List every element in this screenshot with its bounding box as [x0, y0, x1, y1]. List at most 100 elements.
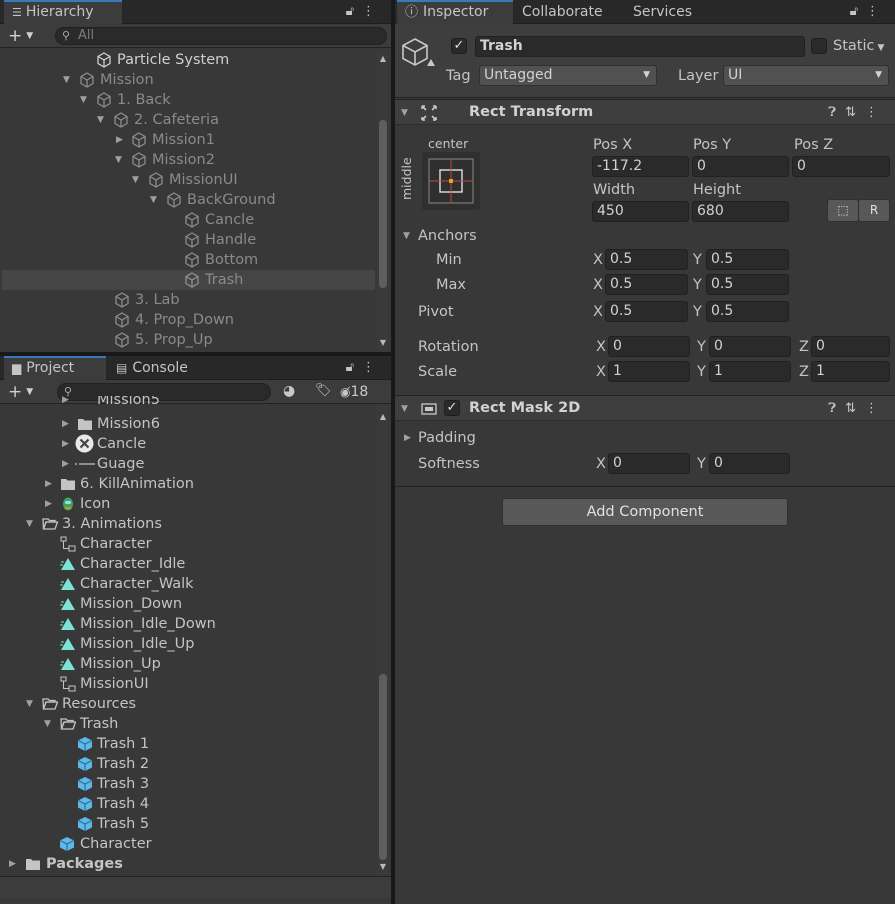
collapse-arrow-icon[interactable]: ▶ — [9, 854, 19, 874]
pivot-x-field[interactable]: 0.5 — [605, 301, 688, 322]
hierarchy-item-mission[interactable]: ▼ Mission — [0, 70, 377, 90]
anchors-foldout[interactable]: ▼ Anchors — [395, 226, 895, 246]
blueprint-mode-button[interactable]: ⬚ — [827, 199, 859, 222]
layer-dropdown[interactable]: UI ▼ — [723, 65, 889, 86]
scroll-up-icon[interactable]: ▲ — [377, 412, 389, 421]
project-item-trash4[interactable]: Trash 4 — [0, 794, 377, 814]
kebab-menu-icon[interactable]: ⋮ — [362, 4, 383, 19]
expand-arrow-icon[interactable]: ▼ — [403, 226, 413, 246]
preset-icon[interactable]: ⇅ — [845, 401, 865, 416]
scrollbar-thumb[interactable] — [379, 120, 387, 288]
project-item-trash5[interactable]: Trash 5 — [0, 814, 377, 834]
hierarchy-item-cancle[interactable]: Cancle — [0, 210, 377, 230]
collapse-arrow-icon[interactable]: ▶ — [62, 454, 72, 474]
lock-icon[interactable]: 🔓︎ — [850, 4, 866, 19]
collapse-arrow-icon[interactable]: ▶ — [404, 428, 414, 448]
create-button[interactable]: + ▼ — [8, 24, 33, 48]
hierarchy-item-lab[interactable]: 3. Lab — [0, 290, 377, 310]
expand-arrow-icon[interactable]: ▼ — [80, 90, 90, 110]
project-item-mission-up[interactable]: Mission_Up — [0, 654, 377, 674]
expand-arrow-icon[interactable]: ▼ — [44, 714, 54, 734]
collapse-arrow-icon[interactable]: ▶ — [45, 494, 55, 514]
active-toggle[interactable]: ✓ — [451, 38, 467, 54]
scrollbar-thumb[interactable] — [379, 674, 387, 860]
min-x-field[interactable]: 0.5 — [605, 249, 688, 270]
hierarchy-item-back[interactable]: ▼ 1. Back — [0, 90, 377, 110]
rect-mask-2d-header[interactable]: ▼ ✓ Rect Mask 2D ❓︎⇅⋮ — [395, 395, 895, 421]
collapse-arrow-icon[interactable]: ▶ — [116, 130, 126, 150]
hierarchy-item-handle[interactable]: Handle — [0, 230, 377, 250]
hierarchy-search-input[interactable]: ⚲ All — [55, 27, 387, 45]
project-item-character-idle[interactable]: Character_Idle — [0, 554, 377, 574]
project-item-missionui-controller[interactable]: MissionUI — [0, 674, 377, 694]
scale-y-field[interactable]: 1 — [709, 361, 791, 382]
help-icon[interactable]: ❓︎ — [828, 401, 845, 416]
project-item-character-prefab[interactable]: Character — [0, 834, 377, 854]
tab-hierarchy[interactable]: ☰ Hierarchy — [4, 0, 122, 24]
expand-arrow-icon[interactable]: ▼ — [401, 103, 411, 123]
kebab-menu-icon[interactable]: ⋮ — [865, 105, 887, 120]
expand-arrow-icon[interactable]: ▼ — [97, 110, 107, 130]
expand-arrow-icon[interactable]: ▼ — [63, 70, 73, 90]
hierarchy-item-particle-system[interactable]: Particle System — [0, 50, 377, 70]
hierarchy-item-cafeteria[interactable]: ▼ 2. Cafeteria — [0, 110, 377, 130]
kebab-menu-icon[interactable]: ⋮ — [866, 4, 887, 19]
project-item-mission6[interactable]: ▶ Mission6 — [0, 414, 377, 434]
hierarchy-item-missionui[interactable]: ▼ MissionUI — [0, 170, 377, 190]
expand-arrow-icon[interactable]: ▼ — [26, 694, 36, 714]
scroll-up-icon[interactable]: ▲ — [377, 54, 389, 63]
collapse-arrow-icon[interactable]: ▶ — [62, 414, 72, 434]
lock-icon[interactable]: 🔓︎ — [346, 360, 362, 375]
padding-foldout[interactable]: ▶ Padding — [395, 428, 895, 448]
project-item-mission-down[interactable]: Mission_Down — [0, 594, 377, 614]
tab-collaborate[interactable]: Collaborate — [514, 0, 611, 24]
expand-arrow-icon[interactable]: ▼ — [132, 170, 142, 190]
project-item-mission-idle-down[interactable]: Mission_Idle_Down — [0, 614, 377, 634]
hierarchy-item-prop-down[interactable]: 4. Prop_Down — [0, 310, 377, 330]
collapse-arrow-icon[interactable]: ▶ — [62, 434, 72, 454]
project-item-killanimation[interactable]: ▶ 6. KillAnimation — [0, 474, 377, 494]
hierarchy-item-mission1[interactable]: ▶ Mission1 — [0, 130, 377, 150]
rotation-y-field[interactable]: 0 — [709, 336, 791, 357]
max-y-field[interactable]: 0.5 — [706, 274, 789, 295]
collapse-arrow-icon[interactable]: ▶ — [45, 474, 55, 494]
tab-project[interactable]: ▆ Project — [4, 356, 106, 380]
project-item-character-walk[interactable]: Character_Walk — [0, 574, 377, 594]
tab-inspector[interactable]: ⓘ Inspector — [397, 0, 513, 24]
min-y-field[interactable]: 0.5 — [706, 249, 789, 270]
project-item-icon[interactable]: ▶ Icon — [0, 494, 377, 514]
project-item-cancle[interactable]: ▶ Cancle — [0, 434, 377, 454]
project-item-packages[interactable]: ▶ Packages — [0, 854, 377, 874]
softness-y-field[interactable]: 0 — [709, 453, 790, 474]
project-item-mission5[interactable]: ▶ Mission5 — [0, 396, 377, 412]
project-item-trash-folder[interactable]: ▼ Trash — [0, 714, 377, 734]
hierarchy-item-background[interactable]: ▼ BackGround — [0, 190, 377, 210]
collapse-arrow-icon[interactable]: ▶ — [62, 396, 72, 410]
hierarchy-scrollbar[interactable]: ▲ ▼ — [377, 50, 389, 352]
scroll-down-icon[interactable]: ▼ — [377, 862, 389, 871]
project-item-resources[interactable]: ▼ Resources — [0, 694, 377, 714]
tab-services[interactable]: Services — [625, 0, 700, 24]
static-dropdown[interactable]: Static ▼ — [833, 36, 884, 58]
tab-console[interactable]: ▤ Console — [108, 356, 196, 380]
tag-dropdown[interactable]: Untagged ▼ — [479, 65, 657, 86]
project-item-character-controller[interactable]: Character — [0, 534, 377, 554]
gameobject-icon[interactable] — [401, 36, 437, 76]
lock-icon[interactable]: 🔓︎ — [346, 4, 362, 19]
raw-edit-button[interactable]: R — [858, 199, 890, 222]
anchor-preset-button[interactable] — [422, 152, 480, 210]
hierarchy-item-mission2[interactable]: ▼ Mission2 — [0, 150, 377, 170]
scale-x-field[interactable]: 1 — [608, 361, 690, 382]
softness-x-field[interactable]: 0 — [608, 453, 690, 474]
pos-x-field[interactable]: -117.2 — [592, 156, 689, 177]
pos-y-field[interactable]: 0 — [692, 156, 789, 177]
project-item-mission-idle-up[interactable]: Mission_Idle_Up — [0, 634, 377, 654]
project-item-guage[interactable]: ▶ Guage — [0, 454, 377, 474]
kebab-menu-icon[interactable]: ⋮ — [865, 401, 887, 416]
preset-icon[interactable]: ⇅ — [845, 105, 865, 120]
hierarchy-item-prop-up[interactable]: 5. Prop_Up — [0, 330, 377, 350]
hierarchy-item-bottom[interactable]: Bottom — [0, 250, 377, 270]
project-item-animations[interactable]: ▼ 3. Animations — [0, 514, 377, 534]
scale-z-field[interactable]: 1 — [811, 361, 890, 382]
width-field[interactable]: 450 — [592, 201, 689, 222]
